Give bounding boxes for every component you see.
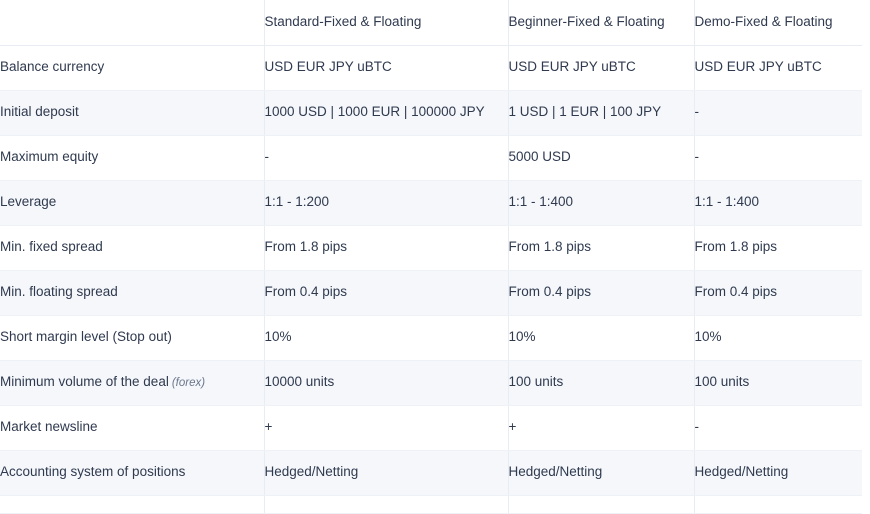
cell-demo: USD EUR JPY uBTC <box>693 45 862 91</box>
row-label: Balance currency <box>0 45 264 91</box>
row-gutter <box>862 495 870 513</box>
row-label-text: Maximum equity <box>0 149 99 165</box>
cell-standard: 1:1 - 1:200 <box>263 180 508 226</box>
cell-beginner: Hedged/Netting <box>507 450 694 496</box>
cell-demo: - <box>693 405 862 451</box>
row-label-text: Min. floating spread <box>0 284 118 300</box>
row-label <box>0 495 264 514</box>
cell-beginner: 1 USD | 1 EUR | 100 JPY <box>507 90 694 136</box>
cell-demo: Hedged/Netting <box>693 450 862 496</box>
row-label-text: Min. fixed spread <box>0 239 103 255</box>
table-body: Balance currency USD EUR JPY uBTC USD EUR … <box>0 45 870 514</box>
row-label-text: Market newsline <box>0 419 98 435</box>
cell-standard <box>263 495 508 514</box>
cell-beginner: 1:1 - 1:400 <box>507 180 694 226</box>
row-label-text: Balance currency <box>0 59 105 75</box>
cell-standard: + <box>263 405 508 451</box>
row-label-text: Initial deposit <box>0 104 79 120</box>
cell-standard: From 0.4 pips <box>263 270 508 316</box>
cell-demo <box>693 495 862 514</box>
cell-demo: 1:1 - 1:400 <box>693 180 862 226</box>
row-label-text: Accounting system of positions <box>0 464 186 480</box>
row-label: Min. fixed spread <box>0 225 264 271</box>
row-label-text: Minimum volume of the deal <box>0 374 169 390</box>
cell-standard: From 1.8 pips <box>263 225 508 271</box>
cell-beginner <box>507 495 694 514</box>
table-row: Leverage 1:1 - 1:200 1:1 - 1:400 1:1 - 1:40… <box>0 180 870 226</box>
row-gutter <box>862 135 870 180</box>
table-row: Minimum volume of the deal (forex) 10000 u… <box>0 360 870 406</box>
account-types-comparison-table: Standard-Fixed & Floating Beginner-Fixed… <box>0 0 870 514</box>
row-gutter <box>862 360 870 405</box>
cell-demo: 100 units <box>693 360 862 406</box>
cell-demo: From 0.4 pips <box>693 270 862 316</box>
cell-beginner: + <box>507 405 694 451</box>
cell-beginner: 10% <box>507 315 694 361</box>
table-row: Balance currency USD EUR JPY uBTC USD EUR … <box>0 45 870 91</box>
column-header-feature <box>0 0 264 46</box>
table-row-partial <box>0 495 870 514</box>
column-header-standard: Standard-Fixed & Floating <box>263 0 508 46</box>
row-label: Leverage <box>0 180 264 226</box>
cell-standard: Hedged/Netting <box>263 450 508 496</box>
cell-beginner: From 1.8 pips <box>507 225 694 271</box>
cell-beginner: From 0.4 pips <box>507 270 694 316</box>
row-label: Accounting system of positions <box>0 450 264 496</box>
table-row: Maximum equity -5000 USD - <box>0 135 870 181</box>
row-label: Maximum equity <box>0 135 264 181</box>
row-label-text: Short margin level (Stop out) <box>0 329 172 345</box>
column-header-beginner: Beginner-Fixed & Floating <box>507 0 694 46</box>
table-header: Standard-Fixed & Floating Beginner-Fixed… <box>0 0 870 46</box>
table-header-row: Standard-Fixed & Floating Beginner-Fixed… <box>0 0 870 46</box>
cell-demo: From 1.8 pips <box>693 225 862 271</box>
cell-demo: - <box>693 90 862 136</box>
row-label: Min. floating spread <box>0 270 264 316</box>
row-gutter <box>862 450 870 495</box>
cell-standard: USD EUR JPY uBTC <box>263 45 508 91</box>
row-gutter <box>862 225 870 270</box>
cell-beginner: USD EUR JPY uBTC <box>507 45 694 91</box>
table-row: Initial deposit 1000 USD | 1000 EUR | 100… <box>0 90 870 136</box>
cell-standard: - <box>263 135 508 181</box>
row-gutter <box>862 270 870 315</box>
table-row: Short margin level (Stop out) 10% 10% 10% <box>0 315 870 361</box>
cell-beginner: 5000 USD <box>507 135 694 181</box>
row-gutter <box>862 90 870 135</box>
cell-demo: - <box>693 135 862 181</box>
cell-standard: 1000 USD | 1000 EUR | 100000 JPY <box>263 90 508 136</box>
row-label: Short margin level (Stop out) <box>0 315 264 361</box>
row-label-note: (forex) <box>171 377 206 390</box>
row-gutter <box>862 45 870 90</box>
table-row: Accounting system of positions Hedged/Net… <box>0 450 870 496</box>
table-row: Min. floating spread From 0.4 pips From 0.… <box>0 270 870 316</box>
cell-beginner: 100 units <box>507 360 694 406</box>
table-row: Market newsline + + - <box>0 405 870 451</box>
row-label-text: Leverage <box>0 194 57 210</box>
row-label: Market newsline <box>0 405 264 451</box>
header-gutter <box>862 0 870 45</box>
cell-demo: 10% <box>693 315 862 361</box>
cell-standard: 10000 units <box>263 360 508 406</box>
row-gutter <box>862 180 870 225</box>
row-gutter <box>862 405 870 450</box>
row-label: Initial deposit <box>0 90 264 136</box>
row-gutter <box>862 315 870 360</box>
row-label: Minimum volume of the deal (forex) <box>0 360 264 406</box>
cell-standard: 10% <box>263 315 508 361</box>
column-header-demo: Demo-Fixed & Floating <box>693 0 862 46</box>
table-row: Min. fixed spread From 1.8 pips From 1.8 p… <box>0 225 870 271</box>
